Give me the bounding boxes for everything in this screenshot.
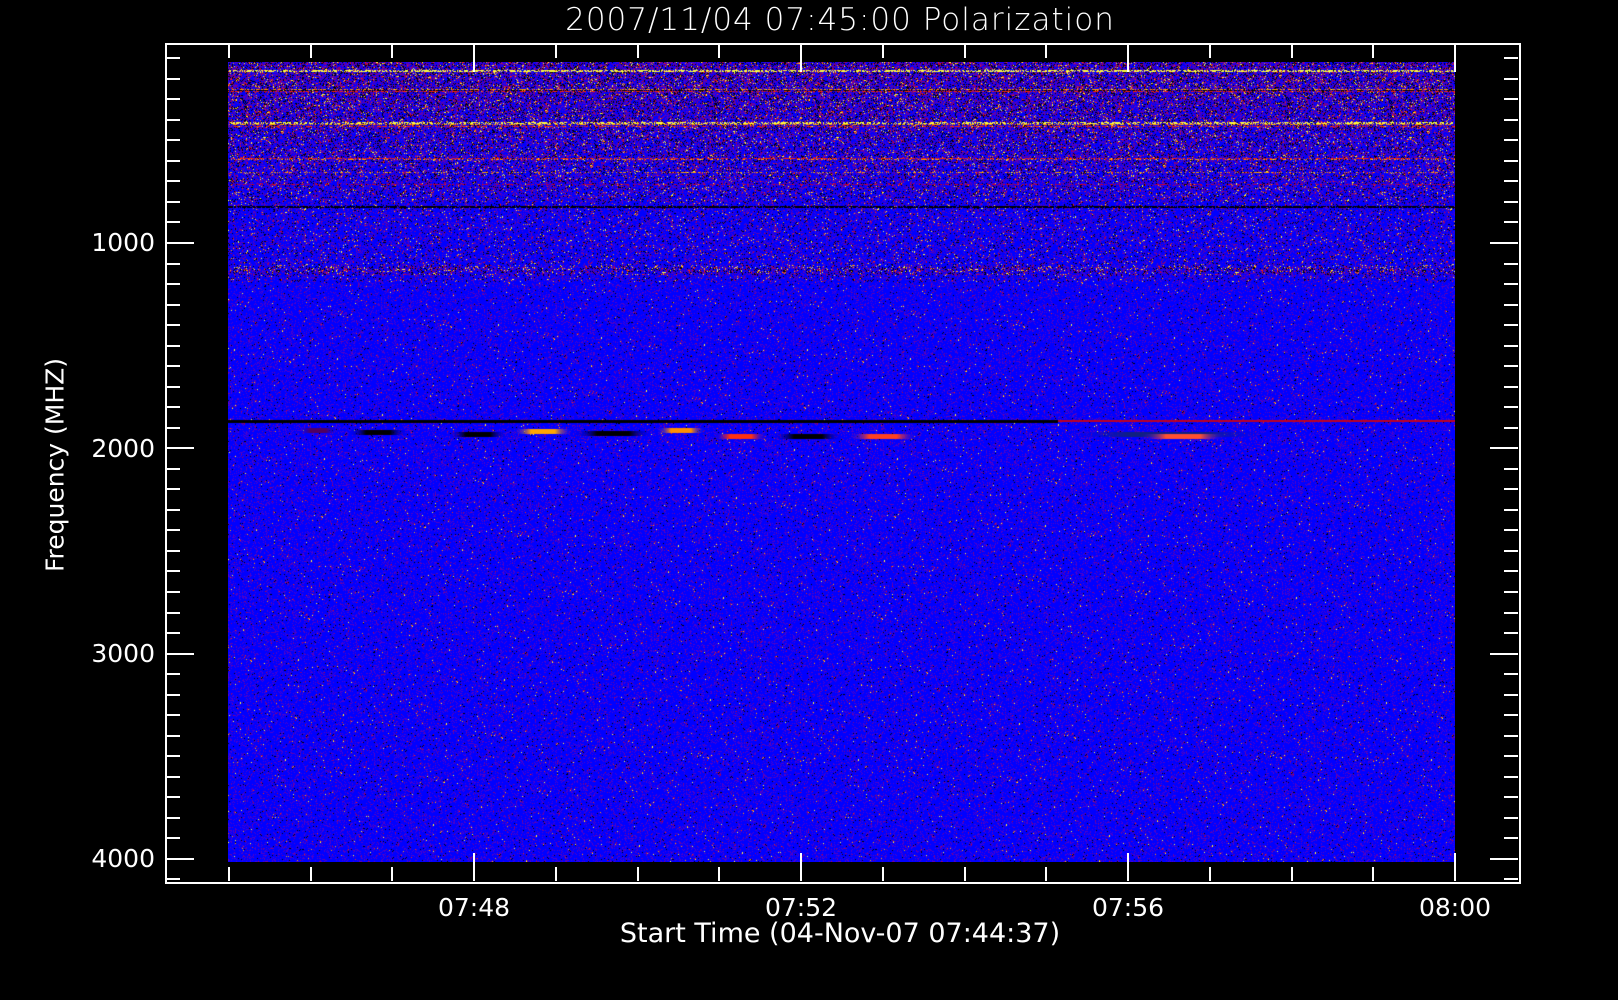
axes-ticks (166, 44, 1518, 881)
y-tick-label: 2000 (91, 434, 155, 463)
y-tick-label: 1000 (91, 228, 155, 257)
y-tick-label: 4000 (91, 844, 155, 873)
x-axis-title: Start Time (04-Nov-07 07:44:37) (619, 918, 1061, 949)
y-axis-title: Frequency (MHZ) (40, 357, 70, 573)
y-tick-label: 3000 (91, 639, 155, 668)
